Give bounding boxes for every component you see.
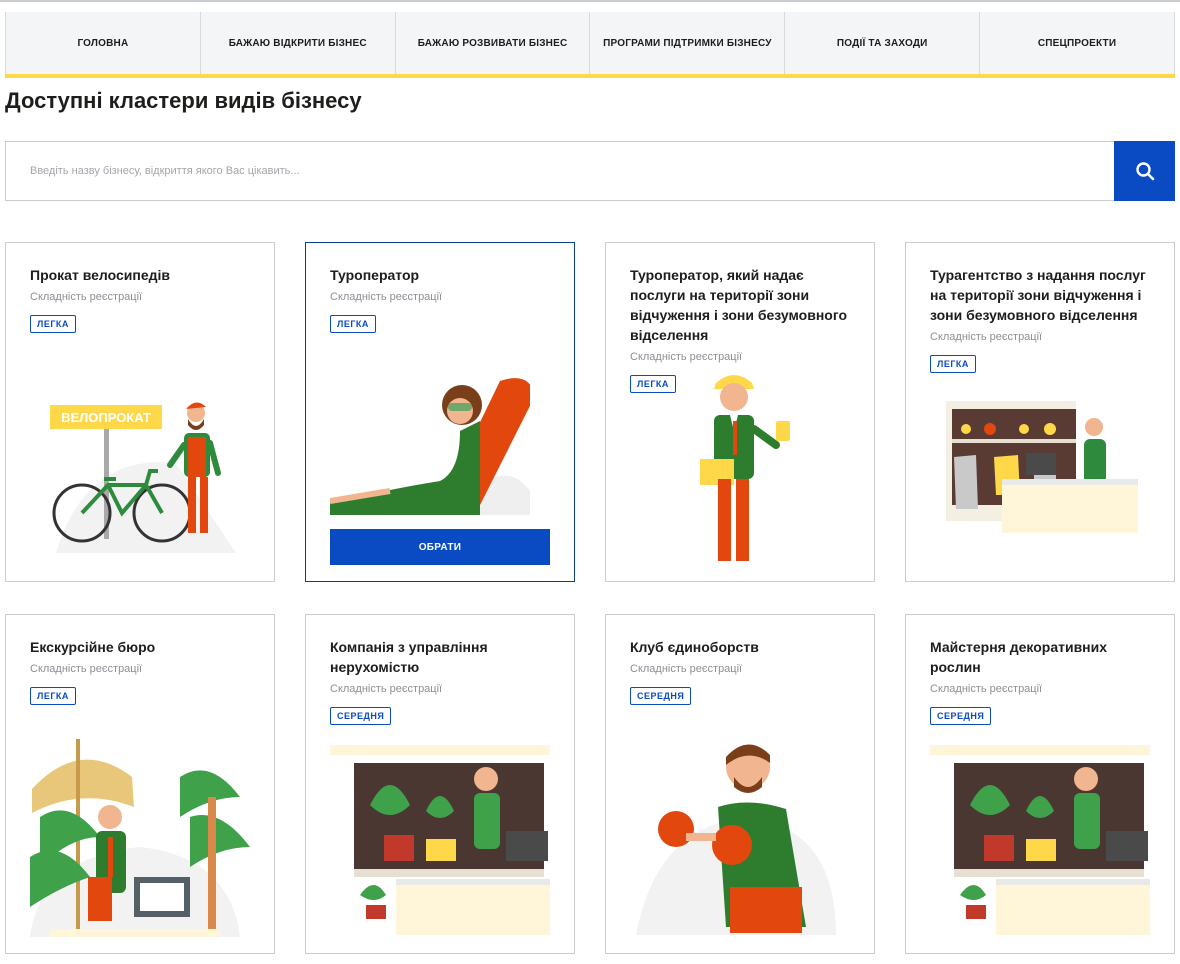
- clothing-shop-illustration: [946, 401, 1138, 533]
- search-icon: [1135, 162, 1154, 181]
- card-title: Прокат велосипедів Складність реєстрації…: [30, 265, 255, 333]
- nav-item-special-projects[interactable]: СПЕЦПРОЕКТИ: [979, 12, 1175, 74]
- business-card[interactable]: Екскурсійне бюро Складність реєстрації Л…: [5, 614, 275, 954]
- card-subtitle: Складність реєстрації: [330, 291, 443, 303]
- plant-shop-illustration: [330, 745, 550, 935]
- card-title-text: Туроператор: [330, 267, 420, 283]
- card-title: Майстерня декоративних рослин Складність…: [930, 637, 1155, 725]
- search-bar: [5, 141, 1175, 201]
- lounging-woman-illustration: [330, 378, 530, 515]
- card-subtitle: Складність реєстрації: [330, 683, 443, 695]
- difficulty-badge: СЕРЕДНЯ: [330, 707, 392, 725]
- tropical-office-illustration: [30, 739, 250, 937]
- search-button[interactable]: [1114, 141, 1175, 201]
- boxer-illustration: [636, 744, 836, 935]
- business-card[interactable]: Туроператор Складність реєстрації ЛЕГКА …: [305, 242, 575, 582]
- nav-item-open-business[interactable]: БАЖАЮ ВІДКРИТИ БІЗНЕС: [199, 12, 395, 74]
- card-title-text: Майстерня декоративних рослин: [930, 639, 1108, 675]
- search-input[interactable]: [6, 142, 1116, 200]
- business-card[interactable]: Майстерня декоративних рослин Складність…: [905, 614, 1175, 954]
- card-title-text: Турагентство з надання послуг на територ…: [930, 267, 1146, 323]
- nav-item-home[interactable]: ГОЛОВНА: [5, 12, 200, 74]
- business-card[interactable]: Прокат велосипедів Складність реєстрації…: [5, 242, 275, 582]
- bike-rental-sign-text: ВЕЛОПРОКАТ: [61, 410, 151, 425]
- difficulty-badge: ЛЕГКА: [930, 355, 976, 373]
- page-title: Доступні кластери видів бізнесу: [5, 88, 362, 113]
- worker-with-dosimeter-illustration: [700, 375, 790, 561]
- card-title: Турагентство з надання послуг на територ…: [930, 265, 1155, 373]
- difficulty-badge: ЛЕГКА: [330, 315, 376, 333]
- card-title: Екскурсійне бюро Складність реєстрації Л…: [30, 637, 255, 705]
- card-subtitle: Складність реєстрації: [30, 663, 143, 675]
- card-title-text: Туроператор, який надає послуги на терит…: [630, 267, 848, 343]
- card-title: Туроператор Складність реєстрації ЛЕГКА: [330, 265, 555, 333]
- card-title: Клуб єдиноборств Складність реєстрації С…: [630, 637, 855, 705]
- card-title-text: Прокат велосипедів: [30, 267, 171, 283]
- difficulty-badge: ЛЕГКА: [30, 687, 76, 705]
- nav-item-develop-business[interactable]: БАЖАЮ РОЗВИВАТИ БІЗНЕС: [394, 12, 590, 74]
- bike-rental-illustration: ВЕЛОПРОКАТ: [50, 402, 236, 553]
- nav-item-events[interactable]: ПОДІЇ ТА ЗАХОДИ: [784, 12, 979, 74]
- business-card[interactable]: Туроператор, який надає послуги на терит…: [605, 242, 875, 582]
- business-card[interactable]: Клуб єдиноборств Складність реєстрації С…: [605, 614, 875, 954]
- card-subtitle: Складність реєстрації: [930, 331, 1043, 343]
- card-subtitle: Складність реєстрації: [930, 683, 1043, 695]
- card-subtitle: Складність реєстрації: [30, 291, 143, 303]
- card-subtitle: Складність реєстрації: [630, 351, 743, 363]
- card-title-text: Клуб єдиноборств: [630, 639, 759, 655]
- business-card[interactable]: Турагентство з надання послуг на територ…: [905, 242, 1175, 582]
- card-subtitle: Складність реєстрації: [630, 663, 743, 675]
- business-card[interactable]: Компанія з управління нерухомістю Складн…: [305, 614, 575, 954]
- difficulty-badge: ЛЕГКА: [630, 375, 676, 393]
- difficulty-badge: СЕРЕДНЯ: [930, 707, 992, 725]
- plant-shop-illustration: [930, 745, 1150, 935]
- card-title-text: Екскурсійне бюро: [30, 639, 156, 655]
- card-title-text: Компанія з управління нерухомістю: [330, 639, 488, 675]
- top-border: [0, 0, 1180, 2]
- main-nav: ГОЛОВНА БАЖАЮ ВІДКРИТИ БІЗНЕС БАЖАЮ РОЗВ…: [5, 12, 1175, 78]
- card-title: Компанія з управління нерухомістю Складн…: [330, 637, 555, 725]
- difficulty-badge: СЕРЕДНЯ: [630, 687, 692, 705]
- difficulty-badge: ЛЕГКА: [30, 315, 76, 333]
- select-button[interactable]: ОБРАТИ: [330, 529, 550, 565]
- nav-item-support-programs[interactable]: ПРОГРАМИ ПІДТРИМКИ БІЗНЕСУ: [589, 12, 784, 74]
